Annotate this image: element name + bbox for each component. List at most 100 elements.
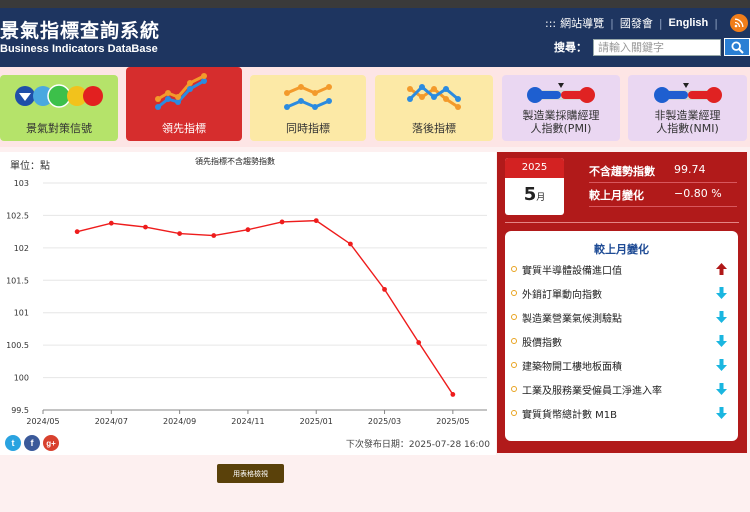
y-tick-label: 102.5 [6,211,29,220]
data-point [177,231,183,236]
nav-sitemap-link[interactable]: 網站導覽 [560,15,604,31]
nav-separator: | [714,16,718,30]
bullet-icon [511,266,517,272]
x-tick-label: 2024/11 [231,417,264,426]
bullet-icon [511,386,517,392]
monthly-change-box: 較上月變化 實質半導體設備進口值 外銷訂單動向指數 製造業營業氣候測驗點 股價指數 建築… [505,231,738,441]
change-item[interactable]: 股價指數 [511,333,731,349]
y-tick-label: 99.5 [11,406,29,415]
social-share: t f g+ [5,435,59,451]
x-tick-label: 2024/09 [163,417,196,426]
data-point [450,392,456,397]
crossing-line-icon [407,84,461,110]
change-item[interactable]: 實質貨幣總計數 M1B [511,405,731,421]
stat-index-value: 99.74 [674,163,706,176]
arrow-down-icon [716,383,727,395]
stat-index: 不含趨勢指數 99.74 [589,163,706,179]
x-tick-label: 2025/01 [300,417,333,426]
nav-separator: | [658,16,663,30]
top-nav: ::: 網站導覽 | 國發會 | English | [545,14,750,32]
bullet-icon [511,290,517,296]
bullet-icon [511,338,517,344]
tab-coincident-indicator[interactable]: 同時指標 [250,75,366,141]
twitter-icon[interactable]: t [5,435,21,451]
search-icon [730,40,744,54]
nav-english-link[interactable]: English [669,17,709,29]
y-tick-label: 101.5 [6,276,29,285]
series-line [76,219,454,395]
y-tick-label: 103 [14,179,29,188]
rising-line-icon [155,73,207,110]
data-point [108,220,114,226]
stat-divider [589,206,737,207]
data-point [143,224,148,230]
data-point [347,241,353,247]
nav-separator: | [610,16,614,30]
tab-label: 落後指標 [412,122,456,135]
change-item[interactable]: 建築物開工樓地板面積 [511,357,731,373]
y-tick-label: 100 [14,374,29,383]
arrow-down-icon [716,407,727,419]
change-item[interactable]: 外銷訂單動向指數 [511,285,731,301]
next-release-date: 下次發布日期：2025-07-28 16:00 [345,440,490,450]
stat-change-value: −0.80 % [674,187,722,200]
tab-label: 景氣對策信號 [26,122,92,135]
tab-pmi[interactable]: 製造業採購經理 人指數(PMI) [502,75,620,141]
change-item[interactable]: 工業及服務業受僱員工淨進入率 [511,381,731,397]
arrow-down-icon [716,311,727,323]
date-box: 2025 5月 [505,158,564,215]
x-tick-label: 2024/05 [26,417,59,426]
data-point [313,218,319,224]
change-item-label: 工業及服務業受僱員工淨進入率 [522,385,662,397]
nav-ndc-link[interactable]: 國發會 [620,15,653,31]
bullet-icon [511,410,517,416]
stat-index-label: 不含趨勢指數 [589,165,655,178]
tab-business-signal[interactable]: 景氣對策信號 [0,75,118,141]
y-tick-label: 101 [14,309,29,318]
arrow-down-icon [716,359,727,371]
data-point [416,340,422,345]
month-number: 5 [523,184,537,205]
tab-lagging-indicator[interactable]: 落後指標 [375,75,493,141]
change-item[interactable]: 製造業營業氣候測驗點 [511,309,731,325]
data-point [211,233,217,238]
facebook-icon[interactable]: f [24,435,40,451]
site-subtitle: Business Indicators DataBase [0,43,158,55]
google-plus-icon[interactable]: g+ [43,435,59,451]
y-tick-label: 102 [14,244,29,253]
change-item-label: 製造業營業氣候測驗點 [522,313,622,325]
change-item-label: 外銷訂單動向指數 [522,289,602,301]
change-item-label: 股價指數 [522,337,562,349]
search-input[interactable] [593,38,721,56]
panel-divider [505,222,739,223]
tab-label-line1: 製造業採購經理 [522,109,600,122]
date-month: 5月 [505,184,564,205]
leading-index-line-chart[interactable]: 103 102.5 102 101.5 101 100.5 100 99.5 2024/05 20… [0,152,496,432]
data-point [245,227,251,233]
x-tick-label: 2025/05 [436,417,469,426]
data-point [382,286,387,292]
stat-change-label: 較上月變化 [589,189,644,202]
change-item[interactable]: 實質半導體設備進口值 [511,261,731,277]
site-title[interactable]: 景氣指標查詢系統 [0,16,160,43]
site-header: 景氣指標查詢系統 Business Indicators DataBase ::… [0,8,750,67]
tab-label-line2: 人指數(NMI) [656,122,719,135]
x-tick-label: 2025/03 [368,417,401,426]
rss-icon[interactable] [730,14,748,32]
indicator-tabs: 景氣對策信號 領先指標 同時指標 落後指標 製造業採購經理 人指數(PMI) 非… [0,67,750,147]
bullet-icon [511,314,517,320]
change-item-label: 實質貨幣總計數 M1B [522,409,618,421]
tab-label: 領先指標 [162,122,206,135]
month-unit: 月 [536,193,546,203]
top-strip [0,0,750,8]
tab-label: 同時指標 [286,122,330,135]
data-point [74,229,80,235]
arrow-down-icon [716,335,727,347]
search-button[interactable] [724,38,750,56]
chart-panel: 單位：點 領先指標不含趨勢指數 103 102.5 102 101.5 101 100.5… [0,152,496,455]
tab-nmi[interactable]: 非製造業經理 人指數(NMI) [628,75,747,141]
table-view-button[interactable]: 用表格檢視 [217,464,284,483]
change-item-label: 實質半導體設備進口值 [522,265,622,277]
arrow-down-icon [716,287,727,299]
tab-leading-indicator[interactable]: 領先指標 [126,67,242,141]
